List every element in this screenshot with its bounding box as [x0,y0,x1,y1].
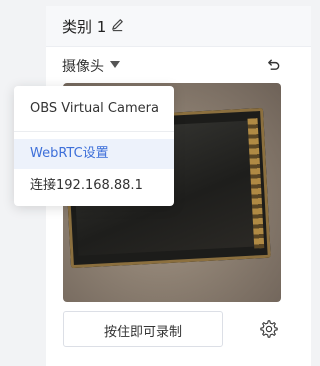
record-button[interactable]: 按住即可录制 [63,311,223,347]
dropdown-item-obs-virtual-camera[interactable]: OBS Virtual Camera [14,94,174,124]
category-title: 类别 1 [62,18,107,36]
camera-dropdown-menu: OBS Virtual Camera WebRTC设置 连接192.168.88… [14,86,174,206]
caret-down-icon[interactable] [110,61,120,69]
record-button-label: 按住即可录制 [103,325,182,340]
panel-header: 类别 1 [46,6,311,47]
dropdown-item-connect-ip[interactable]: 连接192.168.88.1 [14,171,174,201]
gear-icon[interactable] [259,319,279,339]
dropdown-item-webrtc-settings[interactable]: WebRTC设置 [14,139,174,169]
undo-icon[interactable] [266,57,281,72]
dropdown-divider [14,131,174,132]
camera-label: 摄像头 [62,59,104,75]
pencil-icon[interactable] [110,17,125,32]
